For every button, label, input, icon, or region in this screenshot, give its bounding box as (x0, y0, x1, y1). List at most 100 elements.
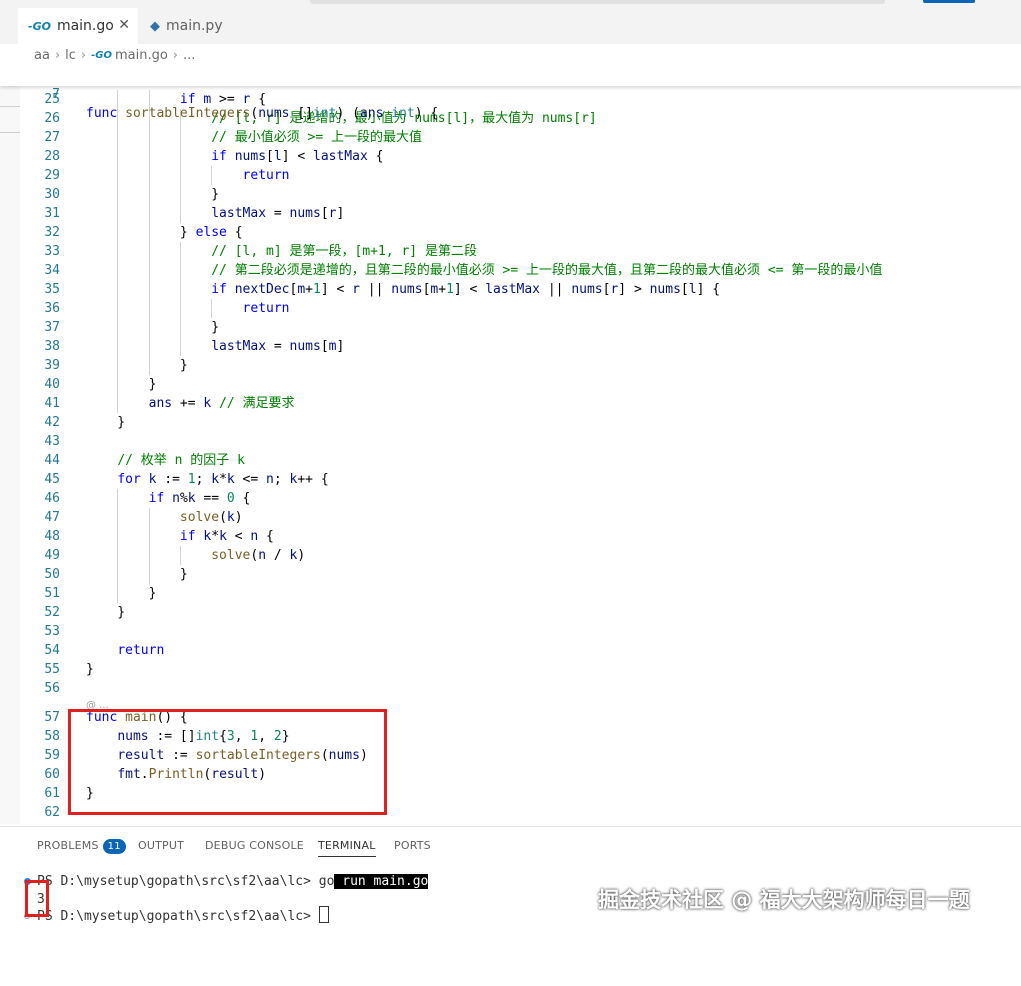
code-text: } (86, 415, 126, 430)
line-number: 33 (44, 244, 60, 259)
code-line[interactable]: 39 } (0, 356, 1021, 375)
code-line[interactable]: 32 } else { (0, 223, 1021, 242)
code-line[interactable]: 31 lastMax = nums[r] (0, 204, 1021, 223)
code-line[interactable]: 45 for k := 1; k*k <= n; k++ { (0, 470, 1021, 489)
line-number: 35 (44, 282, 60, 297)
code-line[interactable]: 52 } (0, 603, 1021, 622)
indent-guide (179, 261, 181, 280)
code-line[interactable]: 56 (0, 679, 1021, 698)
breadcrumb-item[interactable]: lc (65, 48, 76, 63)
code-line[interactable]: 55} (0, 660, 1021, 679)
code-line[interactable]: 40 } (0, 375, 1021, 394)
indent-guide (148, 318, 150, 337)
code-line[interactable]: 33 // [l, m] 是第一段，[m+1, r] 是第二段 (0, 242, 1021, 261)
breadcrumb-item[interactable]: ... (183, 48, 195, 63)
line-number: 34 (44, 263, 60, 278)
indent-guide (211, 299, 213, 318)
indent-guide (117, 185, 119, 204)
line-number: 41 (44, 396, 60, 411)
code-text: if nums[l] < lastMax { (211, 149, 384, 164)
command-center[interactable] (310, 0, 885, 4)
code-text: } (86, 320, 220, 335)
python-file-icon: ◆ (150, 18, 160, 34)
code-line[interactable]: 36 return (0, 299, 1021, 318)
indent-guide (117, 318, 119, 337)
indent-guide (117, 565, 119, 584)
indent-guide (179, 337, 181, 356)
output-highlight (25, 880, 49, 917)
indent-guide (148, 166, 150, 185)
code-line[interactable]: 35 if nextDec[m+1] < r || nums[m+1] < la… (0, 280, 1021, 299)
code-line[interactable]: 43 (0, 432, 1021, 451)
indent-guide (117, 204, 119, 223)
tab-problems[interactable]: PROBLEMS 11 (37, 839, 126, 854)
indent-guide (117, 242, 119, 261)
close-icon[interactable]: ✕ (118, 17, 130, 33)
main-function-highlight (68, 709, 387, 815)
indent-guide (148, 242, 150, 261)
breadcrumb-separator: › (172, 47, 178, 63)
code-line[interactable]: 49 solve(n / k) (0, 546, 1021, 565)
code-line[interactable]: 27 // 最小值必须 >= 上一段的最大值 (0, 128, 1021, 147)
tab-debug-console[interactable]: DEBUG CONSOLE (205, 839, 304, 852)
indent-guide (117, 280, 119, 299)
tab-terminal[interactable]: TERMINAL (318, 839, 376, 857)
line-number: 30 (44, 187, 60, 202)
code-line[interactable]: 50 } (0, 565, 1021, 584)
tab-main-py[interactable]: ◆ main.py (140, 8, 260, 44)
code-text: // 第二段必须是递增的，且第二段的最小值必须 >= 上一段的最大值，且第二段的… (211, 263, 883, 278)
code-line[interactable]: 44 // 枚举 n 的因子 k (0, 451, 1021, 470)
indent-guide (117, 394, 119, 413)
line-number: 51 (44, 586, 60, 601)
indent-guide (117, 299, 119, 318)
terminal-cursor (318, 906, 329, 923)
breadcrumb-item[interactable]: main.go (115, 48, 168, 63)
code-line[interactable]: 37 } (0, 318, 1021, 337)
code-line[interactable]: 54 return (0, 641, 1021, 660)
code-line[interactable]: 46 if n%k == 0 { (0, 489, 1021, 508)
code-text: } (86, 377, 157, 392)
indent-guide (148, 356, 150, 375)
line-number: 39 (44, 358, 60, 373)
indent-guide (148, 337, 150, 356)
indent-guide (117, 147, 119, 166)
tab-label: PROBLEMS (37, 839, 99, 852)
indent-guide (179, 147, 181, 166)
tab-main-go[interactable]: -GO main.go ✕ (18, 8, 138, 44)
indent-guide (148, 147, 150, 166)
code-text: } else { (86, 225, 243, 240)
line-number: 60 (44, 767, 60, 782)
indent-guide (211, 166, 213, 185)
code-line[interactable]: 28 if nums[l] < lastMax { (0, 147, 1021, 166)
go-file-icon: -GO (91, 49, 112, 61)
code-line[interactable]: 34 // 第二段必须是递增的，且第二段的最小值必须 >= 上一段的最大值，且第… (0, 261, 1021, 280)
indent-guide (179, 546, 181, 565)
code-line[interactable]: 38 lastMax = nums[m] (0, 337, 1021, 356)
indent-guide (148, 128, 150, 147)
code-line[interactable]: 29 return (0, 166, 1021, 185)
code-text: solve(k) (179, 510, 243, 525)
line-number: 49 (44, 548, 60, 563)
line-number: 31 (44, 206, 60, 221)
code-text: // [l, m] 是第一段，[m+1, r] 是第二段 (211, 244, 477, 259)
title-bar (0, 0, 1021, 8)
code-text: } (86, 662, 94, 677)
code-line[interactable]: 41 ans += k // 满足要求 (0, 394, 1021, 413)
line-number: 62 (44, 805, 60, 820)
breadcrumb-item[interactable]: aa (34, 48, 50, 63)
code-line[interactable]: 47 solve(k) (0, 508, 1021, 527)
line-number: 29 (44, 168, 60, 183)
tab-output[interactable]: OUTPUT (138, 839, 184, 852)
code-line[interactable]: 51 } (0, 584, 1021, 603)
line-number: 37 (44, 320, 60, 335)
indent-guide (117, 375, 119, 394)
code-line[interactable]: 42 } (0, 413, 1021, 432)
line-number: 57 (44, 710, 60, 725)
code-line[interactable]: 53 (0, 622, 1021, 641)
sticky-scroll-header[interactable]: 7 func sortableIntegers(nums []int) (ans… (0, 66, 1021, 121)
accent-button[interactable] (923, 0, 975, 3)
code-line[interactable]: 48 if k*k < n { (0, 527, 1021, 546)
code-line[interactable]: 30 } (0, 185, 1021, 204)
indent-guide (179, 166, 181, 185)
tab-ports[interactable]: PORTS (394, 839, 431, 852)
